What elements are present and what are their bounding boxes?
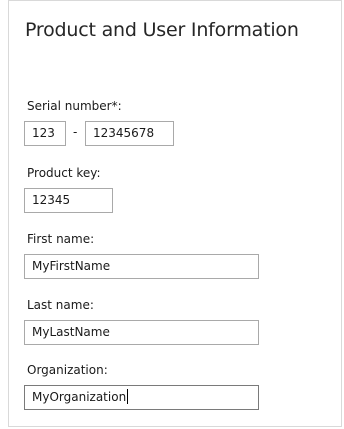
product-key-label: Product key:: [27, 166, 101, 180]
organization-label: Organization:: [27, 363, 108, 377]
product-user-info-panel: Product and User Information Serial numb…: [8, 0, 342, 427]
text-caret: [127, 389, 129, 404]
product-key-field[interactable]: 12345: [24, 188, 113, 213]
first-name-value: MyFirstName: [32, 259, 111, 273]
page-title: Product and User Information: [25, 19, 299, 41]
serial-number-part1-field[interactable]: 123: [24, 121, 66, 146]
last-name-value: MyLastName: [32, 325, 110, 339]
serial-number-part1-value: 123: [32, 126, 55, 140]
serial-number-part2-field[interactable]: 12345678: [85, 121, 174, 146]
first-name-label: First name:: [27, 232, 95, 246]
first-name-field[interactable]: MyFirstName: [24, 254, 259, 279]
serial-number-part2-value: 12345678: [93, 126, 155, 140]
last-name-field[interactable]: MyLastName: [24, 320, 259, 345]
organization-value: MyOrganization: [32, 390, 127, 404]
organization-field[interactable]: MyOrganization: [24, 385, 259, 410]
serial-number-separator: -: [73, 125, 78, 139]
product-key-value: 12345: [32, 193, 71, 207]
last-name-label: Last name:: [27, 298, 94, 312]
serial-number-label: Serial number*:: [27, 99, 122, 113]
